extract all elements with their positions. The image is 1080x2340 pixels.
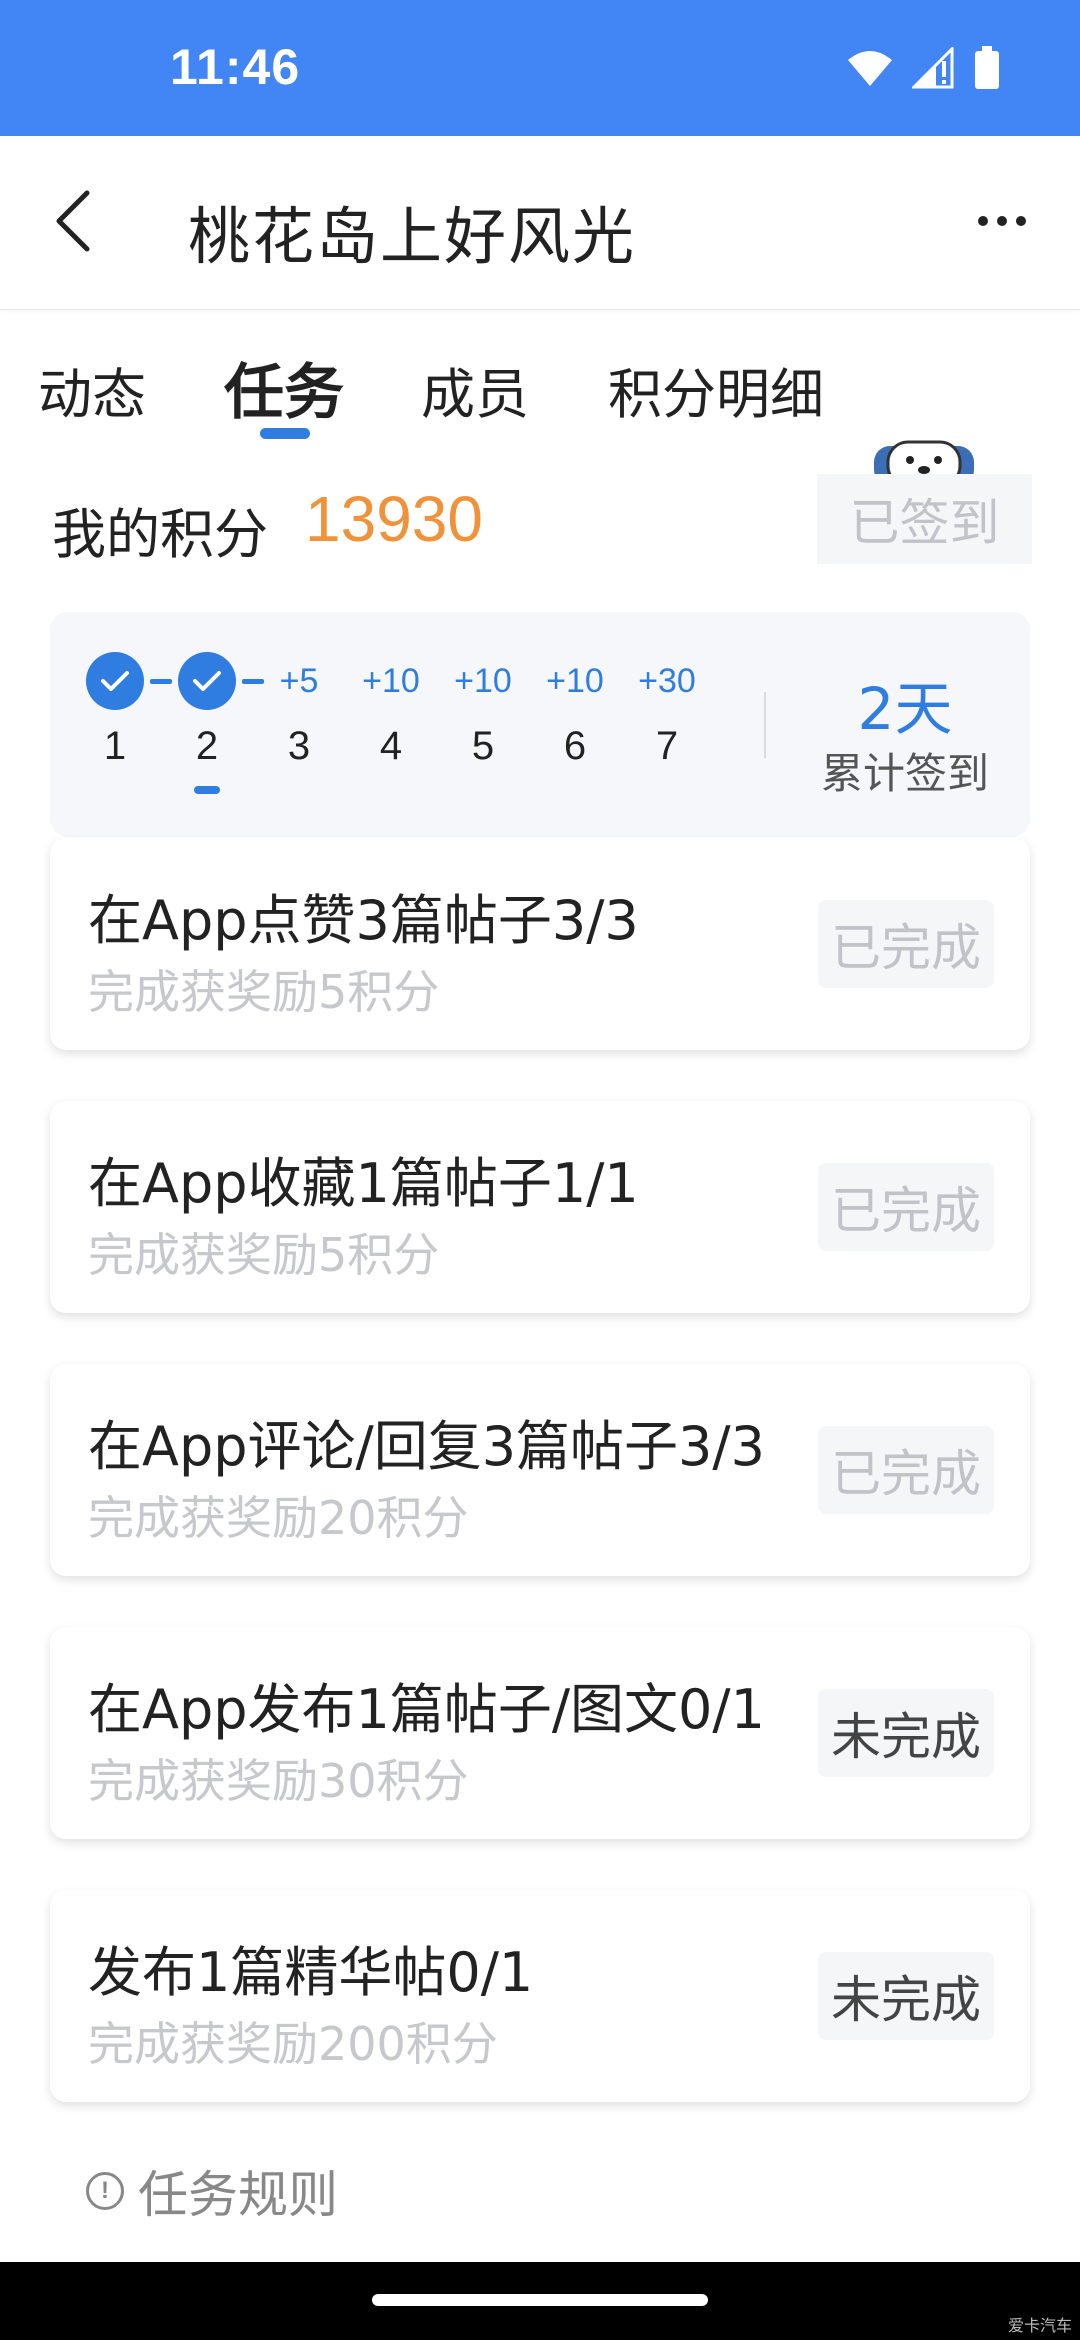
tab-points-detail[interactable]: 积分明细: [608, 350, 824, 429]
task-reward: 完成获奖励200积分: [88, 2017, 498, 2071]
task-reward: 完成获奖励20积分: [88, 1491, 469, 1545]
points-value: 13930: [305, 483, 483, 555]
active-tab-indicator: [260, 428, 310, 439]
progress-dash: [150, 679, 172, 684]
task-status-button[interactable]: 已完成: [818, 1426, 994, 1514]
task-title: 在App收藏1篇帖子1/1: [88, 1152, 639, 1215]
signal-icon: [912, 47, 954, 89]
task-card: 在App发布1篇帖子/图文0/1 完成获奖励30积分 未完成: [50, 1627, 1030, 1839]
task-status-button[interactable]: 已完成: [818, 900, 994, 988]
back-icon[interactable]: [48, 186, 98, 256]
day-bonus: +10: [546, 662, 604, 700]
task-title: 在App评论/回复3篇帖子3/3: [88, 1415, 765, 1478]
day-number: 2: [195, 724, 219, 768]
task-card: 在App点赞3篇帖子3/3 完成获奖励5积分 已完成: [50, 838, 1030, 1050]
status-bar: 11:46: [0, 0, 1080, 136]
home-indicator[interactable]: [372, 2294, 708, 2306]
day-number: 5: [471, 724, 495, 768]
divider: [764, 692, 766, 758]
status-icons: [846, 46, 1000, 90]
total-checkin-days: 2天: [857, 675, 953, 743]
day-bonus: +5: [279, 662, 319, 700]
task-card: 在App评论/回复3篇帖子3/3 完成获奖励20积分 已完成: [50, 1364, 1030, 1576]
points-row: 我的积分 13930 已签到: [52, 474, 1032, 568]
page-title: 桃花岛上好风光: [188, 200, 637, 273]
task-status-button[interactable]: 未完成: [818, 1952, 994, 2040]
tab-activity[interactable]: 动态: [38, 350, 146, 429]
task-reward: 完成获奖励5积分: [88, 965, 440, 1019]
day-number: 7: [655, 724, 679, 768]
day-bonus: +30: [638, 662, 696, 700]
tab-bar: 动态 任务 成员 积分明细: [0, 350, 1080, 450]
task-title: 在App点赞3篇帖子3/3: [88, 889, 639, 952]
status-time: 11:46: [170, 39, 301, 95]
points-label: 我的积分: [52, 503, 268, 566]
nav-bar: 桃花岛上好风光: [0, 136, 1080, 310]
checked-icon: [178, 652, 236, 710]
total-checkin-label: 累计签到: [820, 749, 989, 798]
wifi-icon: [848, 51, 892, 86]
task-title: 在App发布1篇帖子/图文0/1: [88, 1678, 765, 1741]
task-reward: 完成获奖励5积分: [88, 1228, 440, 1282]
day-number: 3: [287, 724, 311, 768]
task-status-button[interactable]: 未完成: [818, 1689, 994, 1777]
day-number: 4: [379, 724, 403, 768]
checkin-calendar: +5 +10 +10 +10 +30 1 2 3 4 5 6 7 2天 累计签到: [50, 612, 1030, 837]
task-title: 发布1篇精华帖0/1: [88, 1941, 534, 2004]
tab-tasks[interactable]: 任务: [224, 344, 344, 431]
info-icon: !: [86, 2172, 124, 2210]
watermark: 爱卡汽车: [1007, 2316, 1072, 2335]
task-reward: 完成获奖励30积分: [88, 1754, 469, 1808]
battery-icon: [975, 46, 999, 89]
more-icon[interactable]: [972, 196, 1032, 246]
task-status-button[interactable]: 已完成: [818, 1163, 994, 1251]
task-card: 在App收藏1篇帖子1/1 完成获奖励5积分 已完成: [50, 1101, 1030, 1313]
tab-members[interactable]: 成员: [421, 350, 529, 429]
task-card: 发布1篇精华帖0/1 完成获奖励200积分 未完成: [50, 1890, 1030, 2102]
today-indicator: [194, 786, 220, 794]
signin-button[interactable]: 已签到: [817, 474, 1032, 564]
day-bonus: +10: [362, 662, 420, 700]
task-rules-label: 任务规则: [138, 2166, 338, 2224]
checked-icon: [86, 652, 144, 710]
day-number: 6: [563, 724, 587, 768]
day-number: 1: [103, 724, 127, 768]
system-nav-bar: 爱卡汽车: [0, 2262, 1080, 2340]
day-bonus: +10: [454, 662, 512, 700]
task-rules-link[interactable]: ! 任务规则: [86, 2156, 338, 2226]
